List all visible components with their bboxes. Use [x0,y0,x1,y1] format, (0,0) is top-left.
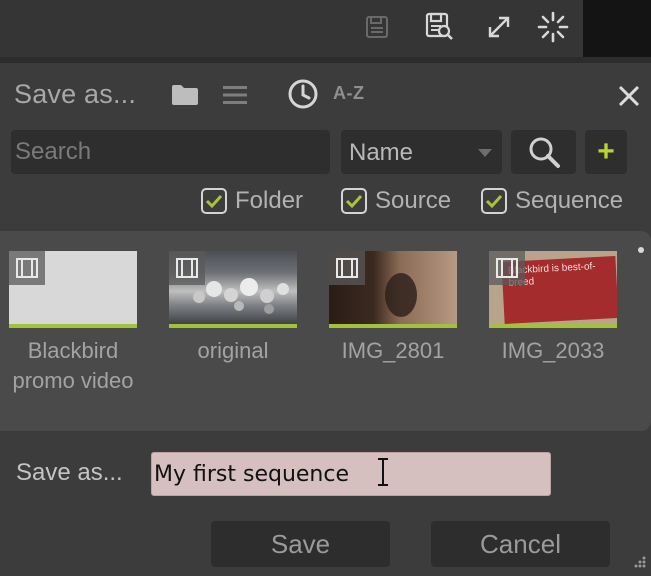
save-sequence-icon[interactable] [359,9,395,45]
cancel-button[interactable]: Cancel [431,521,610,567]
thumbnail [329,251,457,324]
filter-label: Source [375,187,452,214]
sort-select[interactable]: Name [341,130,502,174]
top-toolbar [0,0,583,57]
add-button[interactable]: + [585,130,627,174]
thumbnail [169,251,297,324]
sort-select-value: Name [349,139,414,166]
save-as-dialog: Save as... A-Z Name + Folder Source Sequ… [0,63,651,576]
media-item[interactable]: IMG_2801 [329,251,457,366]
media-item-label: IMG_2801 [341,338,445,363]
filter-folder[interactable]: Folder [201,184,303,218]
media-progress-bar [9,324,137,328]
filter-source[interactable]: Source [341,184,451,218]
filename-input[interactable] [151,452,551,496]
media-browser: Blackbird promo video original IMG_2801 [0,231,651,431]
text-cursor-icon [376,457,390,492]
media-item[interactable]: Blackbird is best-of-breed IMG_2033 [489,251,617,366]
filter-sequence[interactable]: Sequence [481,184,623,218]
chevron-down-icon [478,149,492,157]
media-progress-bar [169,324,297,328]
media-item[interactable]: Blackbird promo video [9,251,137,396]
search-button[interactable] [511,130,576,174]
clock-sort-icon[interactable] [285,77,321,111]
film-strip-icon [329,251,365,285]
media-progress-bar [329,324,457,328]
checkbox-checked-icon[interactable] [341,188,367,214]
save-as-label: Save as... [16,459,123,486]
loading-spinner-icon [535,9,571,45]
save-button[interactable]: Save [211,521,390,567]
media-item[interactable]: original [169,251,297,366]
expand-icon[interactable] [481,9,517,45]
checkbox-checked-icon[interactable] [481,188,507,214]
scrollbar[interactable] [638,247,644,253]
folder-icon[interactable] [168,80,202,110]
thumbnail: Blackbird is best-of-breed [489,251,617,324]
media-item-label: original [197,338,269,363]
media-progress-bar [489,324,617,328]
checkbox-checked-icon[interactable] [201,188,227,214]
search-icon [529,137,560,168]
search-input[interactable] [11,130,330,174]
list-view-icon[interactable] [218,80,252,110]
dialog-title: Save as... [14,79,137,109]
media-item-label: IMG_2033 [501,338,605,363]
sort-az-button[interactable]: A-Z [333,83,365,104]
film-strip-icon [9,251,45,285]
save-as-icon[interactable] [421,9,457,45]
resize-grip-icon[interactable] [631,553,647,574]
filter-label: Folder [235,187,304,214]
close-icon[interactable] [612,79,646,113]
media-item-label: Blackbird promo video [12,338,134,393]
thumbnail [9,251,137,324]
toolbar-edge [583,0,651,57]
film-strip-icon [489,251,525,285]
plus-icon: + [597,135,615,168]
filter-label: Sequence [515,187,624,214]
film-strip-icon [169,251,205,285]
